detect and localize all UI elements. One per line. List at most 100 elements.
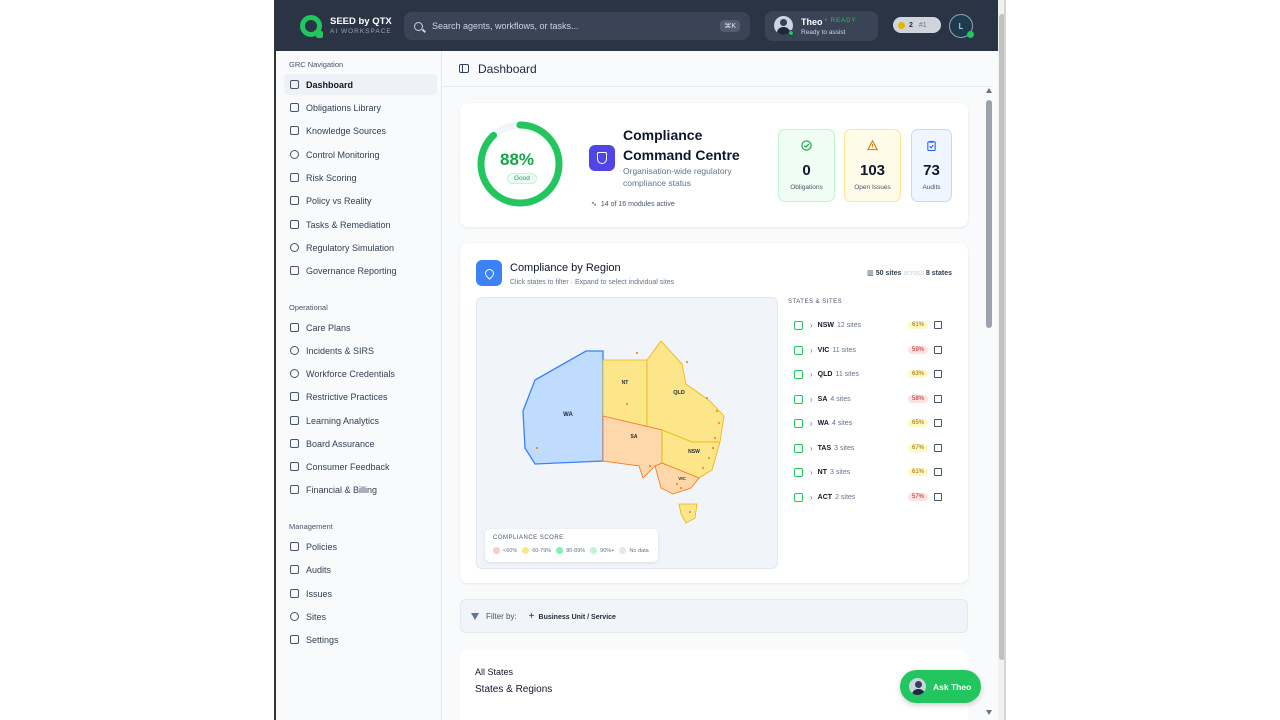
external-link-icon[interactable]	[934, 395, 942, 403]
state-code: NT	[817, 468, 828, 476]
state-row-tas[interactable]: › TAS 3 sites 67%	[788, 438, 948, 458]
state-checkbox[interactable]	[794, 320, 803, 330]
sidebar-item-tasks-remediation[interactable]: Tasks & Remediation	[284, 214, 437, 235]
page-scroll-thumb[interactable]	[999, 14, 1004, 660]
score-status-badge: Good	[507, 173, 537, 184]
simulation-icon	[290, 243, 299, 252]
stat-label: Open Issues	[854, 184, 891, 191]
sidebar-item-obligations-library[interactable]: Obligations Library	[284, 97, 437, 118]
sidebar-item-label: Policies	[306, 541, 338, 552]
chevron-right-icon[interactable]: ›	[810, 395, 813, 404]
state-checkbox[interactable]	[794, 467, 803, 477]
sidebar-item-label: Regulatory Simulation	[306, 242, 395, 253]
state-row-sa[interactable]: › SA 4 sites 58%	[788, 389, 948, 409]
external-link-icon[interactable]	[934, 468, 942, 476]
legend-item: <60%	[493, 547, 517, 554]
sidebar-item-consumer-feedback[interactable]: Consumer Feedback	[284, 456, 437, 477]
state-code: TAS	[817, 444, 832, 452]
state-checkbox[interactable]	[794, 492, 803, 502]
sidebar-item-risk-scoring[interactable]: Risk Scoring	[284, 167, 437, 188]
external-link-icon[interactable]	[934, 346, 942, 354]
brand-subtitle: AI WORKSPACE	[330, 27, 392, 35]
sidebar-item-settings[interactable]: Settings	[284, 629, 437, 650]
stat-obligations[interactable]: 0 Obligations	[778, 129, 835, 202]
scroll-down-icon[interactable]	[986, 710, 992, 715]
chevron-right-icon[interactable]: ›	[810, 444, 813, 453]
state-checkbox[interactable]	[794, 369, 803, 379]
command-centre-title: Compliance Command Centre	[623, 127, 740, 164]
sidebar-item-knowledge-sources[interactable]: Knowledge Sources	[284, 120, 437, 141]
chevron-right-icon[interactable]: ›	[810, 370, 813, 379]
state-checkbox[interactable]	[794, 345, 803, 355]
chevron-right-icon[interactable]: ›	[810, 493, 813, 502]
sidebar-toggle-icon[interactable]	[459, 64, 469, 73]
state-site-count: 12 sites	[837, 321, 862, 329]
sidebar-item-workforce-credentials[interactable]: Workforce Credentials	[284, 363, 437, 384]
filter-business-unit-button[interactable]: + Business Unit / Service	[529, 611, 616, 622]
sidebar-item-financial-billing[interactable]: Financial & Billing	[284, 479, 437, 500]
state-row-nt[interactable]: › NT 3 sites 61%	[788, 462, 948, 482]
chevron-right-icon[interactable]: ›	[810, 419, 813, 428]
sidebar-item-regulatory-simulation[interactable]: Regulatory Simulation	[284, 237, 437, 258]
chevron-right-icon[interactable]: ›	[810, 321, 813, 330]
sidebar-item-governance-reporting[interactable]: Governance Reporting	[284, 260, 437, 281]
map-state-tas[interactable]	[678, 503, 698, 524]
australia-map[interactable]: WA NT QLD SA NSW VIC COMPLIANCE SCORE <6…	[476, 297, 778, 569]
map-state-wa[interactable]	[522, 350, 604, 465]
state-checkbox[interactable]	[794, 418, 803, 428]
profile-avatar[interactable]: L	[949, 14, 974, 38]
sidebar-item-dashboard[interactable]: Dashboard	[284, 74, 437, 95]
state-code: ACT	[817, 493, 833, 501]
filter-button-label: Business Unit / Service	[538, 613, 616, 621]
state-checkbox[interactable]	[794, 443, 803, 453]
state-row-qld[interactable]: › QLD 11 sites 63%	[788, 364, 948, 384]
state-row-act[interactable]: › ACT 2 sites 57%	[788, 487, 948, 507]
state-checkbox[interactable]	[794, 394, 803, 404]
sidebar-item-sites[interactable]: Sites	[284, 606, 437, 627]
scroll-thumb[interactable]	[986, 100, 992, 328]
scroll-up-icon[interactable]	[986, 88, 992, 93]
all-states-label: All States	[475, 667, 514, 677]
credits-rank: #1	[918, 21, 927, 29]
sidebar-item-incidents-sirs[interactable]: Incidents & SIRS	[284, 340, 437, 361]
external-link-icon[interactable]	[934, 370, 942, 378]
user-check-icon	[290, 369, 299, 378]
sidebar-item-label: Obligations Library	[306, 102, 382, 113]
assistant-chip[interactable]: Theo • READY Ready to assist	[765, 11, 878, 41]
sidebar-item-care-plans[interactable]: Care Plans	[284, 317, 437, 338]
ask-theo-button[interactable]: Ask Theo	[900, 670, 981, 703]
sidebar-item-label: Settings	[306, 634, 339, 645]
modules-status: ∿ 14 of 16 modules active	[591, 200, 675, 208]
search-input[interactable]: Search agents, workflows, or tasks...	[432, 21, 720, 31]
main-scrollbar[interactable]	[986, 88, 992, 720]
sidebar-item-restrictive-practices[interactable]: Restrictive Practices	[284, 386, 437, 407]
external-link-icon[interactable]	[934, 444, 942, 452]
sidebar-item-control-monitoring[interactable]: Control Monitoring	[284, 144, 437, 165]
sidebar-item-policy-vs-reality[interactable]: Policy vs Reality	[284, 190, 437, 211]
sidebar-item-policies[interactable]: Policies	[284, 536, 437, 557]
state-site-count: 4 sites	[830, 395, 851, 403]
credits-badge[interactable]: 2 #1	[893, 17, 941, 33]
states-regions-heading: States & Regions	[475, 684, 553, 695]
state-row-vic[interactable]: › VIC 11 sites 59%	[788, 340, 948, 360]
chevron-right-icon[interactable]: ›	[810, 346, 813, 355]
brand-logo[interactable]: SEED by QTX AI WORKSPACE	[300, 15, 392, 38]
chevron-right-icon[interactable]: ›	[810, 468, 813, 477]
external-link-icon[interactable]	[934, 493, 942, 501]
sidebar-item-issues[interactable]: Issues	[284, 583, 437, 604]
external-link-icon[interactable]	[934, 321, 942, 329]
state-row-wa[interactable]: › WA 4 sites 65%	[788, 413, 948, 433]
page-title: Dashboard	[478, 61, 537, 76]
state-row-nsw[interactable]: › NSW 12 sites 61%	[788, 315, 948, 335]
stat-open-issues[interactable]: 103 Open Issues	[844, 129, 901, 202]
states-count: 8 states	[925, 270, 952, 277]
search-bar[interactable]: Search agents, workflows, or tasks... ⌘K	[404, 12, 750, 40]
sidebar-item-audits[interactable]: Audits	[284, 559, 437, 580]
sidebar-item-board-assurance[interactable]: Board Assurance	[284, 433, 437, 454]
legend-item: 80-89%	[556, 547, 585, 554]
external-link-icon[interactable]	[934, 419, 942, 427]
map-state-qld[interactable]	[646, 340, 725, 443]
sidebar-item-learning-analytics[interactable]: Learning Analytics	[284, 410, 437, 431]
stat-audits[interactable]: 73 Audits	[911, 129, 952, 202]
page-scrollbar[interactable]	[998, 0, 1004, 720]
